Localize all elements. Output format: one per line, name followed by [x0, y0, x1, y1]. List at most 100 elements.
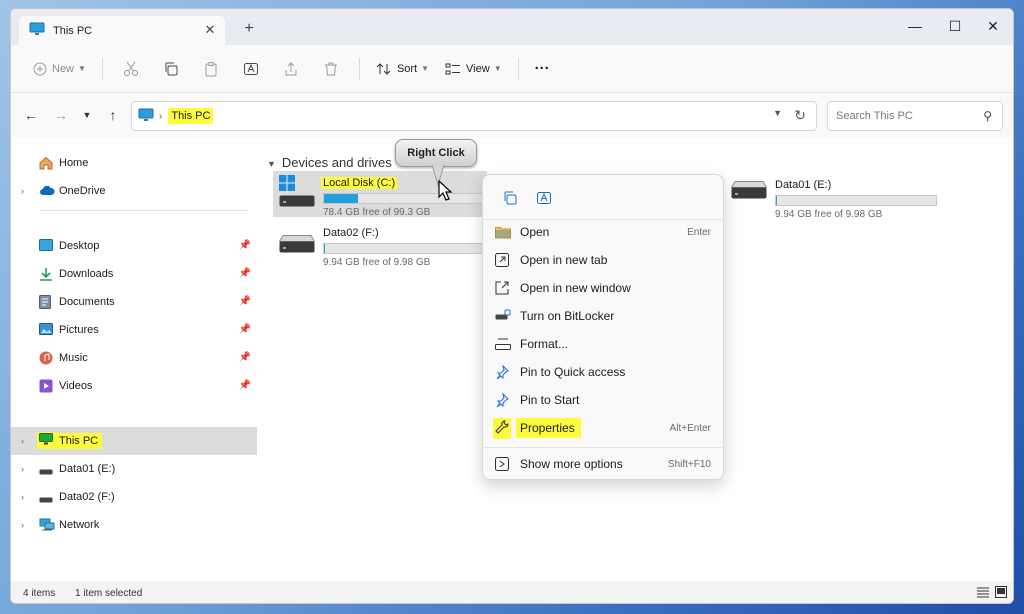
drive-free-space: 9.94 GB free of 9.98 GB: [323, 257, 431, 268]
menu-item-bitlocker[interactable]: Turn on BitLocker: [487, 302, 721, 330]
forward-arrow-icon[interactable]: →: [51, 105, 71, 125]
paste-button[interactable]: [191, 54, 231, 84]
collapse-chevron-icon: ▼: [267, 159, 276, 169]
pin-icon: [495, 364, 509, 382]
trash-icon: [324, 62, 337, 75]
up-arrow-icon[interactable]: ↑: [103, 105, 123, 125]
menu-item-open-new-tab[interactable]: Open in new tab: [487, 246, 721, 274]
sidebar-item-videos[interactable]: Videos 📌: [11, 372, 257, 400]
details-view-icon[interactable]: [977, 586, 989, 601]
video-icon: [39, 379, 53, 396]
sort-button[interactable]: Sort ▼: [368, 54, 437, 84]
menu-item-pin-start[interactable]: Pin to Start: [487, 386, 721, 414]
menu-item-open-new-window[interactable]: Open in new window: [487, 274, 721, 302]
address-bar[interactable]: › This PC ▼ ↻: [131, 101, 817, 131]
sidebar-item-downloads[interactable]: Downloads 📌: [11, 260, 257, 288]
chevron-down-icon: ▼: [493, 64, 502, 73]
menu-item-show-more-options[interactable]: Show more options Shift+F10: [487, 450, 721, 478]
drive-free-space: 78.4 GB free of 99.3 GB: [323, 207, 431, 218]
drive-tile-c[interactable]: Local Disk (C:) 78.4 GB free of 99.3 GB: [273, 171, 487, 218]
close-tab-icon[interactable]: ✕: [201, 21, 219, 39]
share-icon: [285, 61, 297, 75]
expand-chevron-icon[interactable]: ›: [21, 464, 24, 474]
home-icon: [39, 156, 53, 173]
address-dropdown-icon[interactable]: ▼: [773, 108, 782, 118]
sidebar-item-music[interactable]: Music 📌: [11, 344, 257, 372]
pc-icon: [29, 22, 45, 39]
document-icon: [39, 295, 51, 312]
drive-name: Data02 (F:): [323, 227, 379, 239]
menu-item-format[interactable]: Format...: [487, 330, 721, 358]
view-button[interactable]: View ▼: [437, 54, 510, 84]
more-options-button[interactable]: ···: [527, 54, 558, 84]
desktop-icon: [39, 239, 53, 254]
rename-icon: [537, 192, 551, 204]
sidebar-item-documents[interactable]: Documents 📌: [11, 288, 257, 316]
right-click-callout: Right Click: [395, 139, 477, 167]
tiles-view-icon[interactable]: [995, 586, 1007, 601]
maximize-button[interactable]: ☐: [935, 13, 975, 39]
drive-usage-bar: [323, 243, 485, 254]
breadcrumb-chevron-icon: ›: [159, 110, 163, 122]
drive-icon: [39, 466, 53, 478]
sidebar-item-data01[interactable]: › Data01 (E:): [11, 455, 257, 483]
breadcrumb-this-pc[interactable]: This PC: [168, 108, 214, 124]
tab-this-pc[interactable]: This PC ✕: [19, 16, 225, 45]
new-label: New: [52, 62, 75, 75]
menu-item-open[interactable]: Open Enter: [487, 218, 721, 246]
pin-icon[interactable]: 📌: [239, 296, 251, 307]
cut-button[interactable]: [111, 54, 151, 84]
menu-item-properties[interactable]: Properties Alt+Enter: [487, 414, 721, 442]
copy-button[interactable]: [151, 54, 191, 84]
expand-chevron-icon[interactable]: ›: [21, 520, 24, 530]
recent-chevron-icon[interactable]: ▼: [77, 105, 97, 125]
hard-drive-icon: [278, 235, 316, 256]
context-rename-button[interactable]: [527, 183, 561, 213]
music-icon: [39, 351, 53, 368]
drive-tile-f[interactable]: Data02 (F:) 9.94 GB free of 9.98 GB: [273, 221, 487, 268]
new-button[interactable]: New ▼: [25, 54, 94, 84]
drive-usage-fill: [324, 244, 325, 253]
pin-icon[interactable]: 📌: [239, 352, 251, 363]
sidebar-item-pictures[interactable]: Pictures 📌: [11, 316, 257, 344]
delete-button[interactable]: [311, 54, 351, 84]
refresh-icon[interactable]: ↻: [794, 107, 806, 124]
drive-tile-e[interactable]: Data01 (E:) 9.94 GB free of 9.98 GB: [725, 173, 939, 220]
menu-item-pin-quick-access[interactable]: Pin to Quick access: [487, 358, 721, 386]
format-icon: [495, 337, 511, 354]
sidebar-item-data02[interactable]: › Data02 (F:): [11, 483, 257, 511]
section-header[interactable]: ▼ Devices and drives: [267, 155, 392, 170]
pin-icon[interactable]: 📌: [239, 240, 251, 251]
search-icon: ⚲: [983, 109, 992, 123]
back-arrow-icon[interactable]: ←: [21, 105, 41, 125]
expand-chevron-icon[interactable]: ›: [21, 492, 24, 502]
new-tab-button[interactable]: +: [239, 19, 259, 39]
pin-icon[interactable]: 📌: [239, 268, 251, 279]
rename-button[interactable]: [231, 54, 271, 84]
clipboard-icon: [205, 61, 217, 76]
minimize-button[interactable]: —: [895, 13, 935, 39]
bitlocker-icon: [495, 309, 511, 324]
sidebar-item-network[interactable]: › Network: [11, 511, 257, 539]
new-tab-icon: [495, 253, 509, 270]
drive-usage-bar: [323, 193, 485, 204]
sidebar-item-this-pc[interactable]: › This PC: [11, 427, 257, 455]
search-input[interactable]: Search This PC ⚲: [827, 101, 1003, 131]
expand-chevron-icon[interactable]: ›: [21, 436, 24, 446]
divider: [517, 57, 519, 80]
more-options-icon: [495, 457, 509, 474]
close-window-button[interactable]: ✕: [973, 13, 1013, 39]
context-copy-button[interactable]: [493, 183, 527, 213]
pin-icon[interactable]: 📌: [239, 324, 251, 335]
sidebar-item-onedrive[interactable]: › OneDrive: [11, 177, 257, 205]
sidebar-item-home[interactable]: Home: [11, 149, 257, 177]
share-button[interactable]: [271, 54, 311, 84]
view-label: View: [466, 62, 490, 75]
sidebar-item-desktop[interactable]: Desktop 📌: [11, 232, 257, 260]
pc-icon: [37, 432, 55, 449]
hard-drive-icon: [279, 195, 315, 210]
expand-chevron-icon[interactable]: ›: [21, 186, 24, 196]
plus-circle-icon: [33, 62, 47, 75]
drive-free-space: 9.94 GB free of 9.98 GB: [775, 209, 883, 220]
pin-icon[interactable]: 📌: [239, 380, 251, 391]
